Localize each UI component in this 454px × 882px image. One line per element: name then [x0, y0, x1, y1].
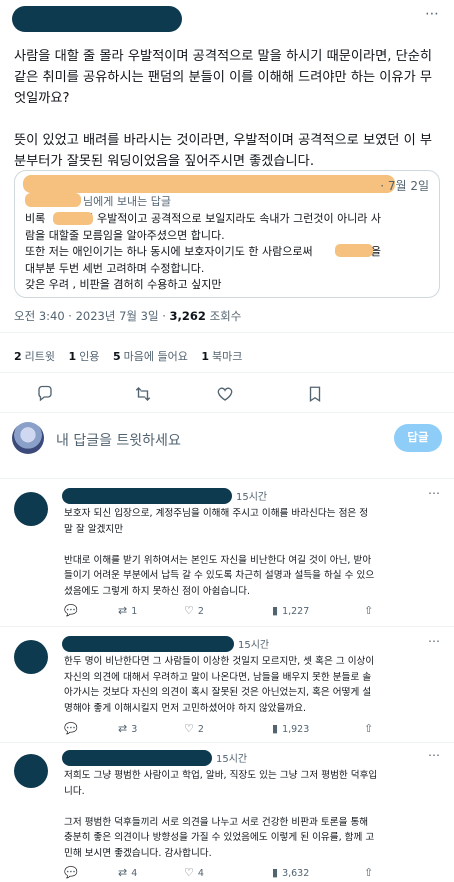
views-icon[interactable]: ▮ 3,632 — [272, 866, 309, 879]
reply-icon[interactable]: 💬 — [64, 722, 82, 735]
more-options-icon[interactable]: ⋯ — [428, 486, 440, 500]
tweet-stats: 2 리트윗 1 인용 5 마음에 들어요 1 북마크 — [14, 348, 252, 364]
reply-input[interactable]: 내 답글을 트윗하세요 — [56, 430, 181, 450]
heart-icon[interactable]: ♡ 4 — [184, 866, 204, 879]
retweet-icon[interactable]: ⇄ 3 — [118, 722, 137, 735]
divider — [0, 478, 454, 479]
reply-tweet[interactable]: 15시간 ⋯ 한두 명이 비난한다면 그 사람들이 이상한 것일지 모르지만, … — [0, 632, 454, 740]
reply-avatar[interactable] — [14, 754, 48, 788]
share-icon[interactable]: ⇧ — [364, 722, 377, 735]
reply-time: 15시간 — [216, 754, 248, 765]
retweet-icon[interactable]: ⇄ 4 — [118, 866, 137, 879]
reply-time: 15시간 — [238, 640, 270, 651]
reply-author-redacted — [62, 750, 212, 766]
heart-icon[interactable]: ♡ 2 — [184, 722, 204, 735]
reply-text: 보호자 되신 입장으로, 계정주님을 이해해 주시고 이해를 바라신다는 점은 … — [64, 508, 375, 597]
heart-icon[interactable] — [216, 385, 234, 403]
reply-tweet[interactable]: 15시간 ⋯ 보호자 되신 입장으로, 계정주님을 이해해 주시고 이해를 바라… — [0, 484, 454, 624]
more-options-icon[interactable]: ⋯ — [425, 6, 440, 22]
views-count: 3,262 — [169, 309, 206, 323]
likes-stat[interactable]: 5 마음에 들어요 — [113, 350, 188, 363]
bookmarks-stat[interactable]: 1 북마크 — [201, 350, 242, 363]
reply-tweet[interactable]: 15시간 ⋯ 저희도 그냥 평범한 사람이고 학업, 알바, 직장도 있는 그냥… — [0, 746, 454, 882]
tweet-meta: 오전 3:40 · 2023년 7월 3일 · 3,262 조회수 — [14, 308, 241, 324]
tweet-paragraph-1: 사람을 대할 줄 몰라 우발적이며 공격적으로 말을 하시기 때문이라면, 단순… — [14, 49, 437, 106]
divider — [0, 412, 454, 413]
reply-actions: 💬 ⇄ 4 ♡ 4 ▮ 3,632 ⇧ — [64, 866, 434, 880]
reply-actions: 💬 ⇄ 3 ♡ 2 ▮ 1,923 ⇧ — [64, 722, 434, 736]
quoted-body-redacted-1 — [53, 212, 93, 225]
reply-icon[interactable] — [36, 385, 54, 403]
reply-time: 15시간 — [236, 492, 268, 503]
retweet-icon[interactable] — [134, 385, 152, 403]
retweet-icon[interactable]: ⇄ 1 — [118, 604, 137, 617]
user-avatar — [12, 422, 44, 454]
quotes-stat[interactable]: 1 인용 — [69, 350, 100, 363]
reply-avatar[interactable] — [14, 640, 48, 674]
share-icon[interactable]: ⇧ — [364, 866, 377, 879]
more-options-icon[interactable]: ⋯ — [428, 748, 440, 762]
views-label: 조회수 — [205, 309, 242, 323]
quoted-date: · 7월 2일 — [380, 179, 429, 193]
reply-text: 한두 명이 비난한다면 그 사람들이 이상한 것일지 모르지만, 셋 혹은 그 … — [64, 656, 375, 714]
divider — [0, 372, 454, 373]
quoted-author-redacted — [23, 175, 395, 193]
reply-icon[interactable]: 💬 — [64, 866, 82, 879]
divider — [0, 626, 454, 627]
reply-text: 저희도 그냥 평범한 사람이고 학업, 알바, 직장도 있는 그냥 그저 평범한… — [64, 770, 378, 859]
tweet-timestamp[interactable]: 오전 3:40 · 2023년 7월 3일 · — [14, 309, 170, 323]
author-name-redacted — [12, 6, 182, 32]
reply-button[interactable]: 답글 — [394, 424, 442, 452]
reply-author-redacted — [62, 636, 234, 652]
reply-actions: 💬 ⇄ 1 ♡ 2 ▮ 1,227 ⇧ — [64, 604, 434, 618]
bookmark-icon[interactable] — [306, 385, 324, 403]
quoted-tweet[interactable]: · 7월 2일 님에게 보내는 답글 비록 가 좀 우발적이고 공격적으로 보일… — [14, 170, 440, 298]
heart-icon[interactable]: ♡ 2 — [184, 604, 204, 617]
reply-avatar[interactable] — [14, 492, 48, 526]
tweet-paragraph-2: 뜻이 있었고 배려를 바라시는 것이라면, 우발적이며 공격적으로 보였던 이 … — [14, 133, 433, 169]
quoted-reply-to: 님에게 보내는 답글 — [83, 195, 171, 208]
more-options-icon[interactable]: ⋯ — [428, 634, 440, 648]
divider — [0, 742, 454, 743]
reply-icon[interactable]: 💬 — [64, 604, 82, 617]
reply-composer: 내 답글을 트윗하세요 답글 — [0, 420, 454, 466]
views-icon[interactable]: ▮ 1,227 — [272, 604, 309, 617]
tweet-actions — [0, 385, 454, 405]
share-icon[interactable]: ⇧ — [364, 604, 377, 617]
views-icon[interactable]: ▮ 1,923 — [272, 722, 309, 735]
quoted-body-redacted-2 — [335, 244, 373, 257]
retweets-stat[interactable]: 2 리트윗 — [14, 350, 55, 363]
divider — [0, 332, 454, 333]
reply-author-redacted — [62, 488, 232, 504]
reply-to-redacted — [25, 193, 81, 207]
